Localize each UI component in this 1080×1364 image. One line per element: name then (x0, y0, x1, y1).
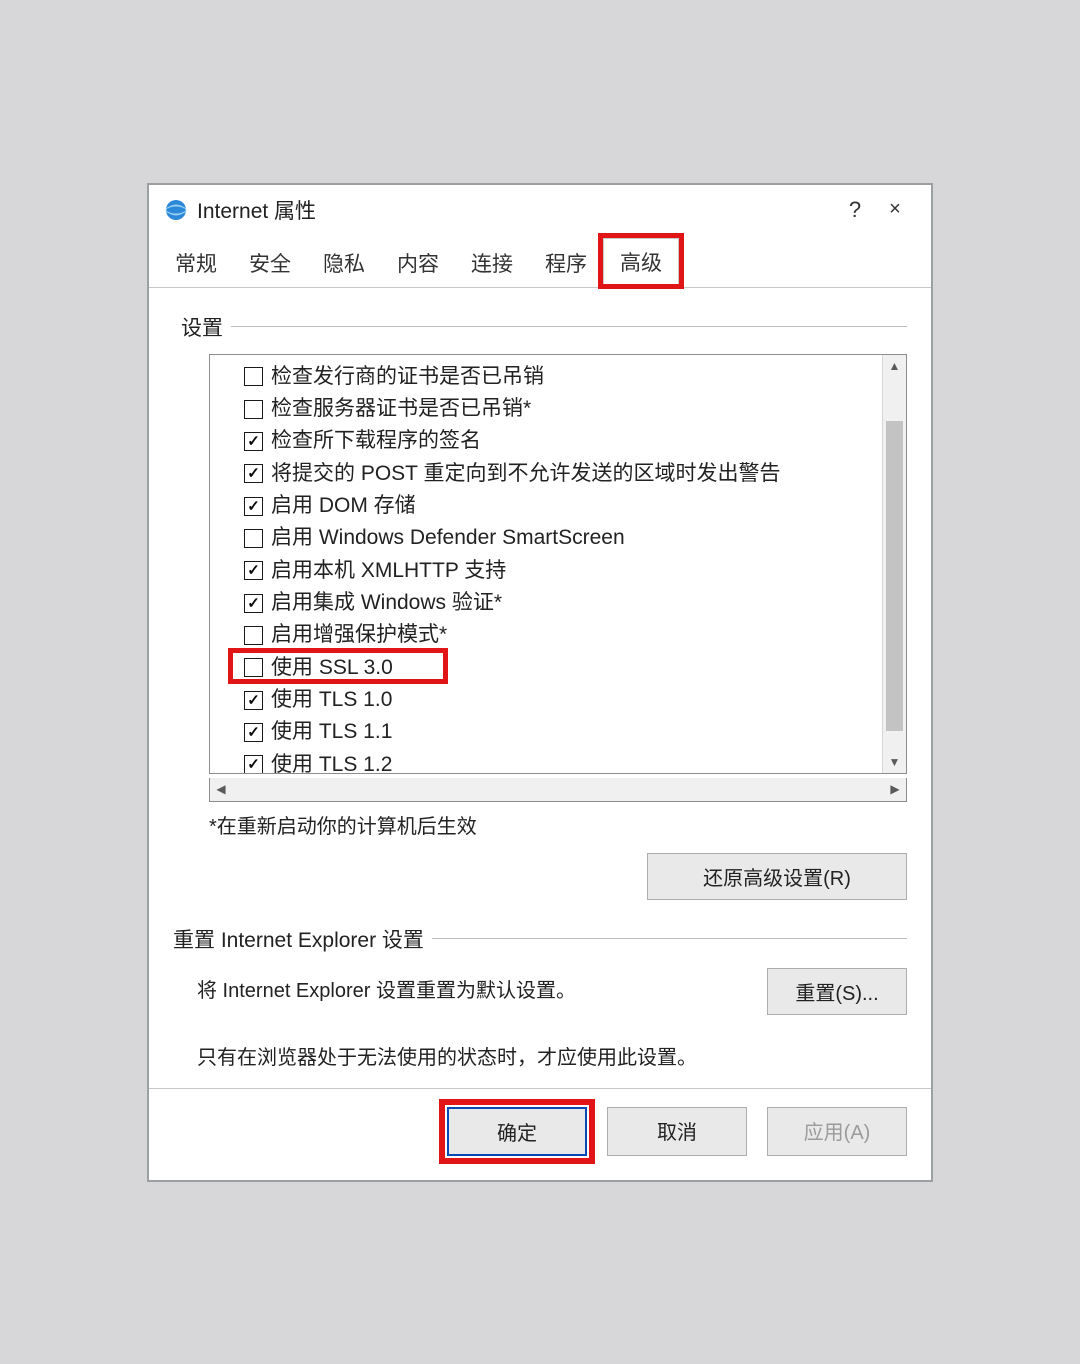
checkbox[interactable] (244, 464, 263, 483)
cancel-button[interactable]: 取消 (607, 1107, 747, 1156)
setting-item[interactable]: 检查服务器证书是否已吊销* (210, 393, 882, 425)
tab-高级[interactable]: 高级 (603, 238, 679, 288)
tab-常规[interactable]: 常规 (159, 240, 233, 288)
scroll-up-icon[interactable]: ▲ (883, 355, 906, 377)
tab-安全[interactable]: 安全 (233, 240, 307, 288)
tab-隐私[interactable]: 隐私 (307, 240, 381, 288)
setting-label: 启用本机 XMLHTTP 支持 (271, 557, 506, 585)
reset-description: 将 Internet Explorer 设置重置为默认设置。 (197, 968, 743, 1003)
reset-section-label: 重置 Internet Explorer 设置 (173, 924, 907, 954)
setting-item[interactable]: 启用本机 XMLHTTP 支持 (210, 555, 882, 587)
setting-item[interactable]: 使用 TLS 1.2 (210, 749, 882, 773)
setting-item[interactable]: 使用 SSL 3.0 (210, 652, 882, 684)
setting-item[interactable]: 使用 TLS 1.1 (210, 716, 882, 748)
close-button[interactable]: × (875, 198, 915, 221)
checkbox[interactable] (244, 529, 263, 548)
checkbox[interactable] (244, 594, 263, 613)
apply-button: 应用(A) (767, 1107, 907, 1156)
vertical-scrollbar[interactable]: ▲ ▼ (882, 355, 906, 773)
setting-label: 检查发行商的证书是否已吊销 (271, 363, 544, 391)
internet-properties-dialog: Internet 属性 ? × 常规安全隐私内容连接程序高级 设置 检查发行商的… (147, 183, 933, 1182)
highlight-tab-advanced (598, 233, 684, 289)
scroll-thumb[interactable] (886, 421, 903, 731)
setting-label: 启用集成 Windows 验证* (271, 589, 502, 617)
scroll-down-icon[interactable]: ▼ (883, 751, 906, 773)
checkbox[interactable] (244, 497, 263, 516)
setting-item[interactable]: 检查所下载程序的签名 (210, 425, 882, 457)
setting-label: 检查服务器证书是否已吊销* (271, 395, 531, 423)
setting-item[interactable]: 使用 TLS 1.0 (210, 684, 882, 716)
scroll-left-icon[interactable]: ◀ (210, 778, 232, 801)
setting-label: 检查所下载程序的签名 (271, 427, 481, 455)
settings-listbox[interactable]: 检查发行商的证书是否已吊销检查服务器证书是否已吊销* 检查所下载程序的签名将提交的… (209, 354, 907, 774)
advanced-tab-content: 设置 检查发行商的证书是否已吊销检查服务器证书是否已吊销* 检查所下载程序的签名将… (149, 288, 931, 1088)
setting-item[interactable]: 启用增强保护模式* (210, 619, 882, 651)
setting-item[interactable]: 启用 Windows Defender SmartScreen (210, 522, 882, 554)
setting-label: 使用 TLS 1.2 (271, 751, 392, 773)
help-button[interactable]: ? (835, 197, 875, 223)
setting-label: 使用 TLS 1.0 (271, 686, 392, 714)
setting-item[interactable]: 将提交的 POST 重定向到不允许发送的区域时发出警告 (210, 458, 882, 490)
setting-item[interactable]: 检查发行商的证书是否已吊销 (210, 361, 882, 393)
tab-row: 常规安全隐私内容连接程序高级 (149, 237, 931, 288)
checkbox[interactable] (244, 561, 263, 580)
horizontal-scrollbar[interactable]: ◀ ▶ (209, 778, 907, 802)
checkbox[interactable] (244, 400, 263, 419)
internet-options-icon (163, 197, 189, 223)
scroll-right-icon[interactable]: ▶ (884, 778, 906, 801)
checkbox[interactable] (244, 755, 263, 772)
setting-label: 启用 DOM 存储 (271, 492, 416, 520)
checkbox[interactable] (244, 432, 263, 451)
setting-label: 使用 SSL 3.0 (271, 654, 393, 682)
setting-label: 将提交的 POST 重定向到不允许发送的区域时发出警告 (271, 460, 780, 488)
restart-note: *在重新启动你的计算机后生效 (209, 806, 907, 839)
checkbox[interactable] (244, 626, 263, 645)
reset-hint: 只有在浏览器处于无法使用的状态时，才应使用此设置。 (197, 1041, 907, 1070)
tab-连接[interactable]: 连接 (455, 240, 529, 288)
dialog-button-bar: 确定 取消 应用(A) (149, 1088, 931, 1180)
checkbox[interactable] (244, 367, 263, 386)
setting-label: 启用增强保护模式* (271, 621, 447, 649)
checkbox[interactable] (244, 723, 263, 742)
titlebar: Internet 属性 ? × (149, 185, 931, 231)
tab-内容[interactable]: 内容 (381, 240, 455, 288)
setting-item[interactable]: 启用集成 Windows 验证* (210, 587, 882, 619)
checkbox[interactable] (244, 658, 263, 677)
reset-section-label-text: 重置 Internet Explorer 设置 (173, 924, 424, 954)
setting-label: 启用 Windows Defender SmartScreen (271, 524, 625, 552)
reset-button[interactable]: 重置(S)... (767, 968, 907, 1015)
ok-button[interactable]: 确定 (447, 1107, 587, 1156)
window-title: Internet 属性 (197, 195, 316, 225)
setting-label: 使用 TLS 1.1 (271, 718, 392, 746)
setting-item[interactable]: 启用 DOM 存储 (210, 490, 882, 522)
restore-advanced-settings-button[interactable]: 还原高级设置(R) (647, 853, 907, 900)
tab-程序[interactable]: 程序 (529, 240, 603, 288)
checkbox[interactable] (244, 691, 263, 710)
settings-group-label: 设置 (181, 312, 907, 342)
settings-label-text: 设置 (181, 312, 223, 342)
